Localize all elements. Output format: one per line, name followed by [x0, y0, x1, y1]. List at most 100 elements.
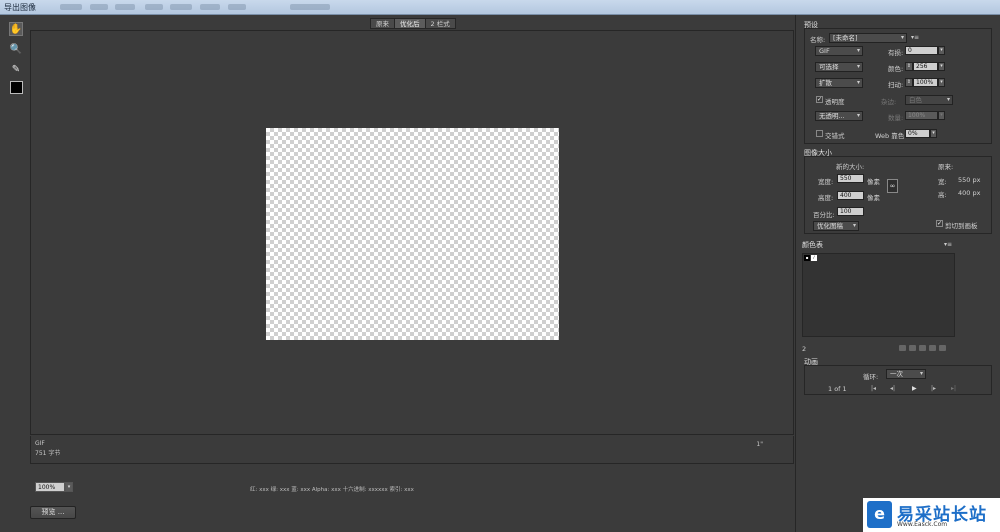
new-color-icon[interactable] [929, 345, 936, 351]
width-label: 宽度: [818, 178, 834, 186]
map-color-icon[interactable] [899, 345, 906, 351]
view-tabs: 原来 优化后 2 栏式 [370, 18, 456, 29]
stepper-icon[interactable]: ⇕ [905, 78, 913, 87]
preview-canvas[interactable] [30, 30, 794, 435]
title-bar: 导出图像 [0, 0, 1000, 15]
constrain-link-icon[interactable]: ∞ [887, 179, 898, 193]
lossy-label: 有损: [888, 49, 904, 57]
colors-input[interactable]: 256 [913, 62, 938, 71]
site-watermark: e 易采站长站 Www.Easck.Com [863, 498, 1000, 532]
chevron-down-icon[interactable]: ▾ [930, 129, 937, 138]
format-select[interactable]: GIF [815, 46, 863, 56]
tab-original[interactable]: 原来 [370, 18, 395, 29]
percent-input[interactable]: 100 [837, 207, 864, 216]
web-snap-label: Web 靠色: [875, 132, 907, 140]
dither-label: 扫动: [888, 81, 904, 89]
matte-label: 杂边: [881, 98, 897, 106]
eyedropper-color-swatch[interactable] [10, 81, 23, 94]
menu-blur [228, 4, 246, 10]
original-height-label: 高: [938, 191, 947, 199]
original-label: 原来: [938, 163, 954, 171]
delete-color-icon[interactable] [939, 345, 946, 351]
interlaced-checkbox[interactable] [816, 130, 823, 137]
panel-menu-icon[interactable]: ▾≡ [944, 241, 952, 248]
chevron-down-icon[interactable]: ▾ [938, 111, 945, 120]
preview-button[interactable]: 预览 ... [30, 506, 76, 519]
matte-select[interactable]: 白色 [905, 95, 953, 105]
optimization-info: GIF 751 字节 1" [30, 436, 794, 464]
window-title: 导出图像 [4, 3, 36, 12]
color-chip-black[interactable]: ▪ [804, 255, 810, 261]
width-unit: 像素 [867, 178, 880, 186]
menu-blur [200, 4, 220, 10]
watermark-logo-icon: e [867, 501, 892, 528]
transparency-label: 透明度 [825, 98, 845, 106]
new-size-label: 新的大小: [836, 163, 865, 171]
height-label: 高度: [818, 194, 834, 202]
dither-input[interactable]: 100% [913, 78, 938, 87]
first-frame-icon[interactable]: |◂ [871, 385, 876, 392]
menu-blur [60, 4, 82, 10]
transparency-checkbox[interactable]: ✓ [816, 96, 823, 103]
width-input[interactable]: 550 [837, 174, 864, 183]
interlaced-label: 交错式 [825, 132, 845, 140]
menu-blur [115, 4, 135, 10]
color-table-title: 颜色表 [802, 241, 823, 249]
tool-bar: ✋ 🔍 ✎ [0, 15, 28, 532]
lock-color-icon[interactable] [919, 345, 926, 351]
tab-optimized[interactable]: 优化后 [394, 18, 426, 29]
chevron-down-icon: ▾ [65, 482, 73, 492]
amount-input[interactable]: 100% [905, 111, 938, 120]
height-input[interactable]: 400 [837, 191, 864, 200]
hand-tool-icon[interactable]: ✋ [9, 22, 23, 36]
clip-to-artboard-checkbox[interactable]: ✓ [936, 220, 943, 227]
zoom-tool-icon[interactable]: 🔍 [9, 42, 23, 56]
menu-blur [170, 4, 192, 10]
chevron-down-icon[interactable]: ▾ [938, 62, 945, 71]
stepper-icon[interactable]: ⇕ [905, 62, 913, 71]
frame-counter: 1 of 1 [828, 385, 847, 393]
dither-algorithm-select[interactable]: 扩散 [815, 78, 863, 88]
palette-select[interactable]: 可选择 [815, 62, 863, 72]
play-icon[interactable]: ▶ [912, 385, 917, 392]
transparent-image-preview [266, 128, 559, 340]
preset-name-select[interactable]: [未命名] [829, 33, 907, 43]
pixel-info-status: 红: xxx 绿: xxx 蓝: xxx Alpha: xxx 十六进制: xx… [250, 487, 414, 493]
color-chip-transparent[interactable]: ⁄ [811, 255, 817, 261]
color-table-grid: ▪ ⁄ [802, 253, 955, 337]
clip-to-artboard-label: 剪切到画板 [945, 222, 978, 230]
menu-blur [290, 4, 330, 10]
preset-name-label: 名称: [810, 36, 826, 44]
last-frame-icon[interactable]: ▸| [951, 385, 956, 392]
loop-select[interactable]: 一次 [886, 369, 926, 379]
loop-label: 循环: [863, 373, 879, 381]
menu-blur [145, 4, 163, 10]
chevron-down-icon[interactable]: ▾ [938, 46, 945, 55]
resample-quality-select[interactable]: 优化图稿 [813, 221, 859, 231]
settings-panel: 预设 名称: [未命名] ▾≡ GIF 有损: 0 ▾ 可选择 颜色: ⇕ 25… [795, 15, 1000, 532]
info-download-time: 1" [756, 441, 763, 448]
transparency-dither-select[interactable]: 无透明... [815, 111, 863, 121]
next-frame-icon[interactable]: |▸ [931, 385, 936, 392]
info-format: GIF [35, 440, 45, 447]
colors-label: 颜色: [888, 65, 904, 73]
zoom-select[interactable]: 100% ▾ [35, 482, 73, 492]
color-count: 2 [802, 345, 807, 353]
zoom-value: 100% [35, 482, 65, 492]
info-size: 751 字节 [35, 450, 61, 457]
panel-menu-icon[interactable]: ▾≡ [911, 34, 919, 41]
original-width-value: 550 px [958, 176, 981, 184]
tab-2-up[interactable]: 2 栏式 [424, 18, 456, 29]
previous-frame-icon[interactable]: ◂| [890, 385, 895, 392]
web-snap-input[interactable]: 0% [905, 129, 930, 138]
chevron-down-icon[interactable]: ▾ [938, 78, 945, 87]
menu-blur [90, 4, 108, 10]
lossy-input[interactable]: 0 [905, 46, 938, 55]
amount-label: 数量: [888, 114, 904, 122]
percent-label: 百分比: [813, 211, 835, 219]
web-shift-icon[interactable] [909, 345, 916, 351]
watermark-url: Www.Easck.Com [897, 521, 948, 528]
original-width-label: 宽: [938, 178, 947, 186]
eyedropper-tool-icon[interactable]: ✎ [9, 62, 23, 76]
color-table-toolbar [899, 345, 946, 351]
